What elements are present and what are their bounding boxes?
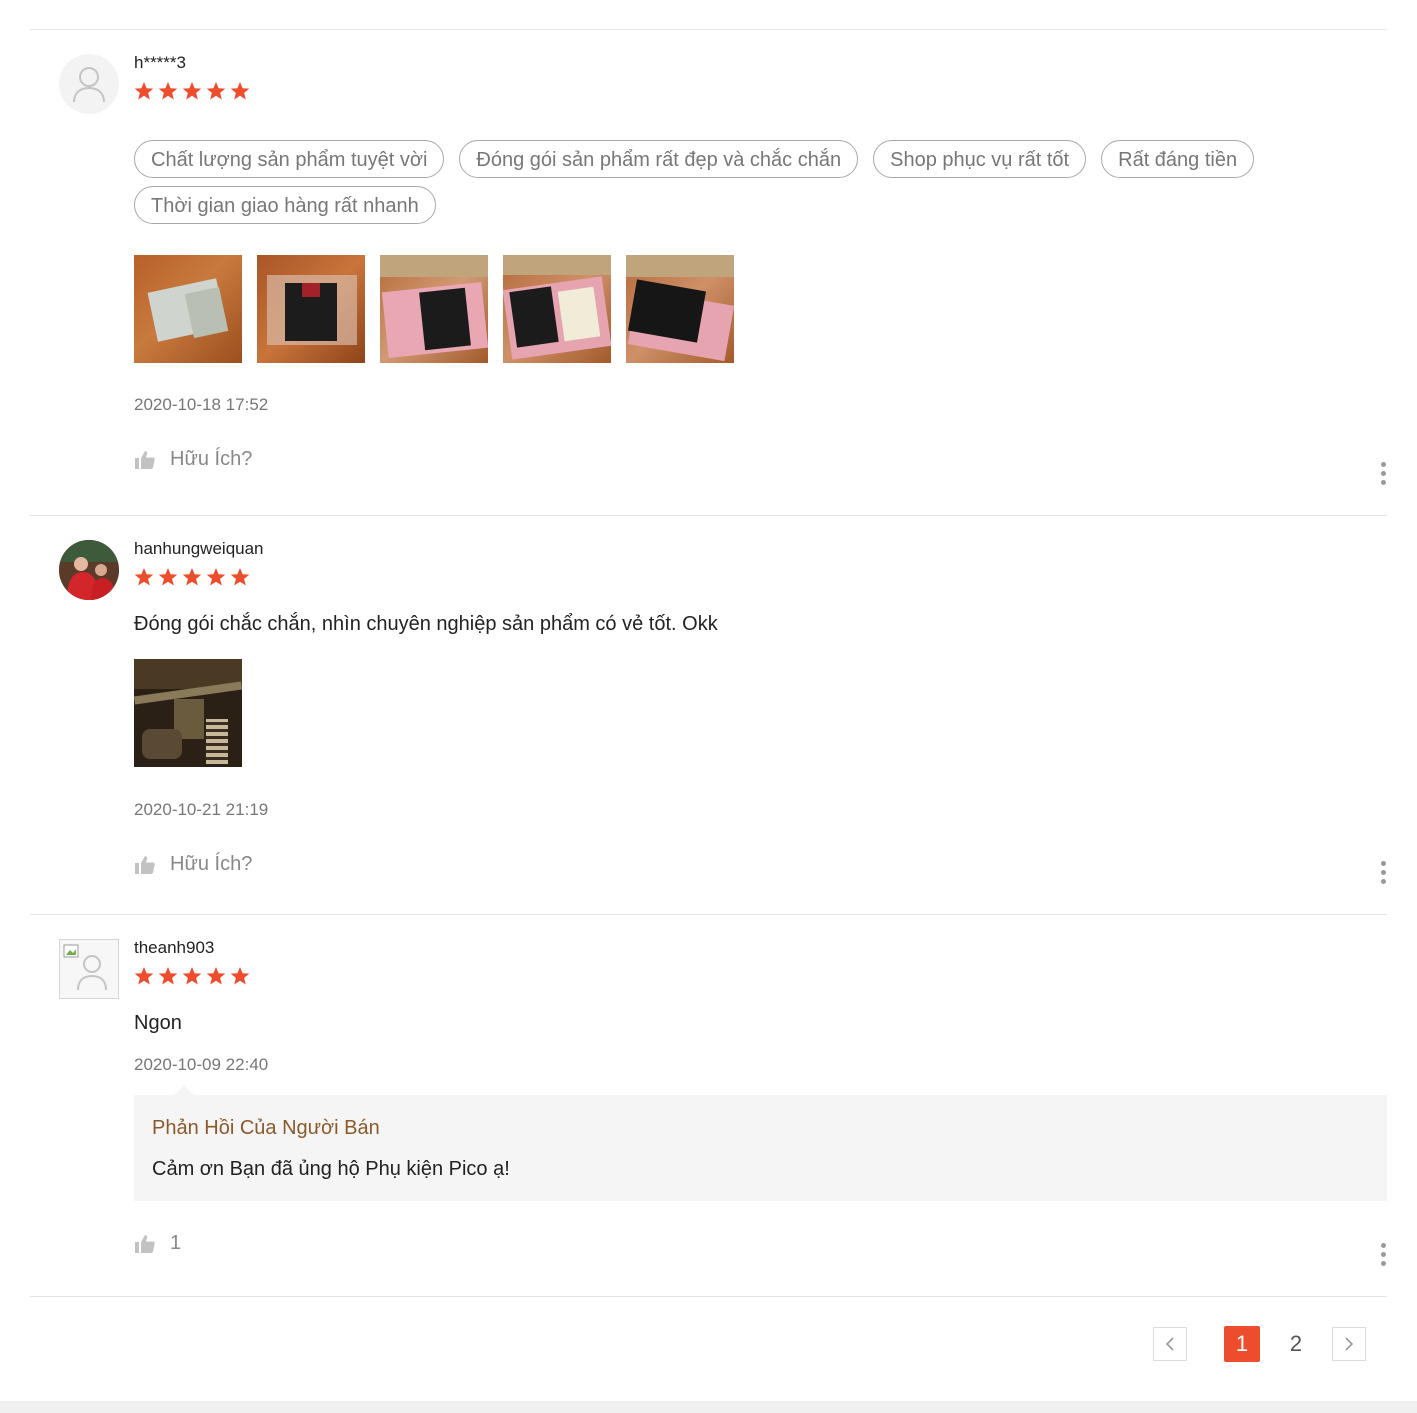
star-icon xyxy=(182,568,202,586)
review-photos xyxy=(134,659,1387,767)
person-placeholder-icon xyxy=(73,67,105,103)
avatar[interactable] xyxy=(59,540,119,600)
pagination: 1 2 xyxy=(1153,1326,1366,1362)
star-icon xyxy=(182,967,202,985)
star-rating xyxy=(134,966,1387,986)
review-photo-thumbnail[interactable] xyxy=(380,255,488,363)
more-options-icon[interactable] xyxy=(1379,1243,1387,1266)
helpful-button[interactable]: Hữu Ích? xyxy=(134,448,1387,471)
star-icon xyxy=(182,82,202,100)
review-date: 2020-10-21 21:19 xyxy=(134,800,269,819)
review-item: hanhungweiquan Đóng gói chắc chắn, nhìn … xyxy=(30,516,1387,915)
page-number-1[interactable]: 1 xyxy=(1224,1326,1260,1362)
helpful-count: 1 xyxy=(170,1232,182,1254)
thumbs-up-icon xyxy=(135,450,155,469)
prev-page-button[interactable] xyxy=(1153,1327,1187,1361)
review-tag: Shop phục vụ rất tốt xyxy=(873,140,1087,178)
avatar[interactable] xyxy=(59,939,119,999)
star-icon xyxy=(230,82,250,100)
star-icon xyxy=(134,82,154,100)
review-tag: Chất lượng sản phẩm tuyệt vời xyxy=(134,140,445,178)
more-options-icon[interactable] xyxy=(1379,462,1387,485)
review-photo-thumbnail[interactable] xyxy=(134,255,242,363)
broken-image-icon xyxy=(63,944,107,991)
star-icon xyxy=(158,82,178,100)
review-tag: Thời gian giao hàng rất nhanh xyxy=(134,186,436,224)
review-photo-thumbnail[interactable] xyxy=(503,255,611,363)
more-options-icon[interactable] xyxy=(1379,861,1387,884)
reviewer-username: theanh903 xyxy=(134,938,215,957)
helpful-label: Hữu Ích? xyxy=(170,853,253,875)
star-icon xyxy=(134,967,154,985)
star-icon xyxy=(230,967,250,985)
review-tag: Rất đáng tiền xyxy=(1101,140,1255,178)
review-item: theanh903 Ngon 2020-10-09 22:40 Phản Hồi… xyxy=(30,915,1387,1297)
seller-reply-body: Cảm ơn Bạn đã ủng hộ Phụ kiện Pico ạ! xyxy=(152,1158,510,1180)
reviewer-username: hanhungweiquan xyxy=(134,539,264,558)
seller-reply: Phản Hồi Của Người Bán Cảm ơn Bạn đã ủng… xyxy=(134,1085,1387,1201)
helpful-button[interactable]: Hữu Ích? xyxy=(134,853,1387,876)
review-date: 2020-10-09 22:40 xyxy=(134,1055,269,1074)
helpful-button[interactable]: 1 xyxy=(134,1232,1387,1255)
star-icon xyxy=(158,967,178,985)
star-icon xyxy=(206,967,226,985)
star-icon xyxy=(158,568,178,586)
chevron-right-icon xyxy=(1345,1337,1354,1351)
review-comment: Ngon xyxy=(134,1012,182,1034)
review-date: 2020-10-18 17:52 xyxy=(134,395,269,414)
review-photos xyxy=(134,255,1387,363)
seller-reply-title: Phản Hồi Của Người Bán xyxy=(152,1117,380,1139)
next-page-button[interactable] xyxy=(1332,1327,1366,1361)
helpful-label: Hữu Ích? xyxy=(170,448,253,470)
review-item: h*****3 Chất lượng sản phẩm tuyệt vời Đó… xyxy=(30,30,1387,516)
star-icon xyxy=(206,82,226,100)
reviewer-username: h*****3 xyxy=(134,53,186,72)
star-icon xyxy=(206,568,226,586)
review-comment: Đóng gói chắc chắn, nhìn chuyên nghiệp s… xyxy=(134,613,718,635)
review-photo-thumbnail[interactable] xyxy=(134,659,242,767)
bottom-divider xyxy=(0,1401,1417,1413)
star-rating xyxy=(134,567,1387,587)
star-icon xyxy=(134,568,154,586)
avatar[interactable] xyxy=(59,54,119,114)
review-tags: Chất lượng sản phẩm tuyệt vời Đóng gói s… xyxy=(134,140,1304,224)
chevron-left-icon xyxy=(1165,1337,1174,1351)
review-tag: Đóng gói sản phẩm rất đẹp và chắc chắn xyxy=(459,140,859,178)
page-number-2[interactable]: 2 xyxy=(1278,1326,1314,1362)
review-photo-thumbnail[interactable] xyxy=(257,255,365,363)
user-photo xyxy=(59,540,119,600)
thumbs-up-icon xyxy=(135,1234,155,1253)
review-photo-thumbnail[interactable] xyxy=(626,255,734,363)
thumbs-up-icon xyxy=(135,855,155,874)
star-rating xyxy=(134,81,1387,101)
star-icon xyxy=(230,568,250,586)
